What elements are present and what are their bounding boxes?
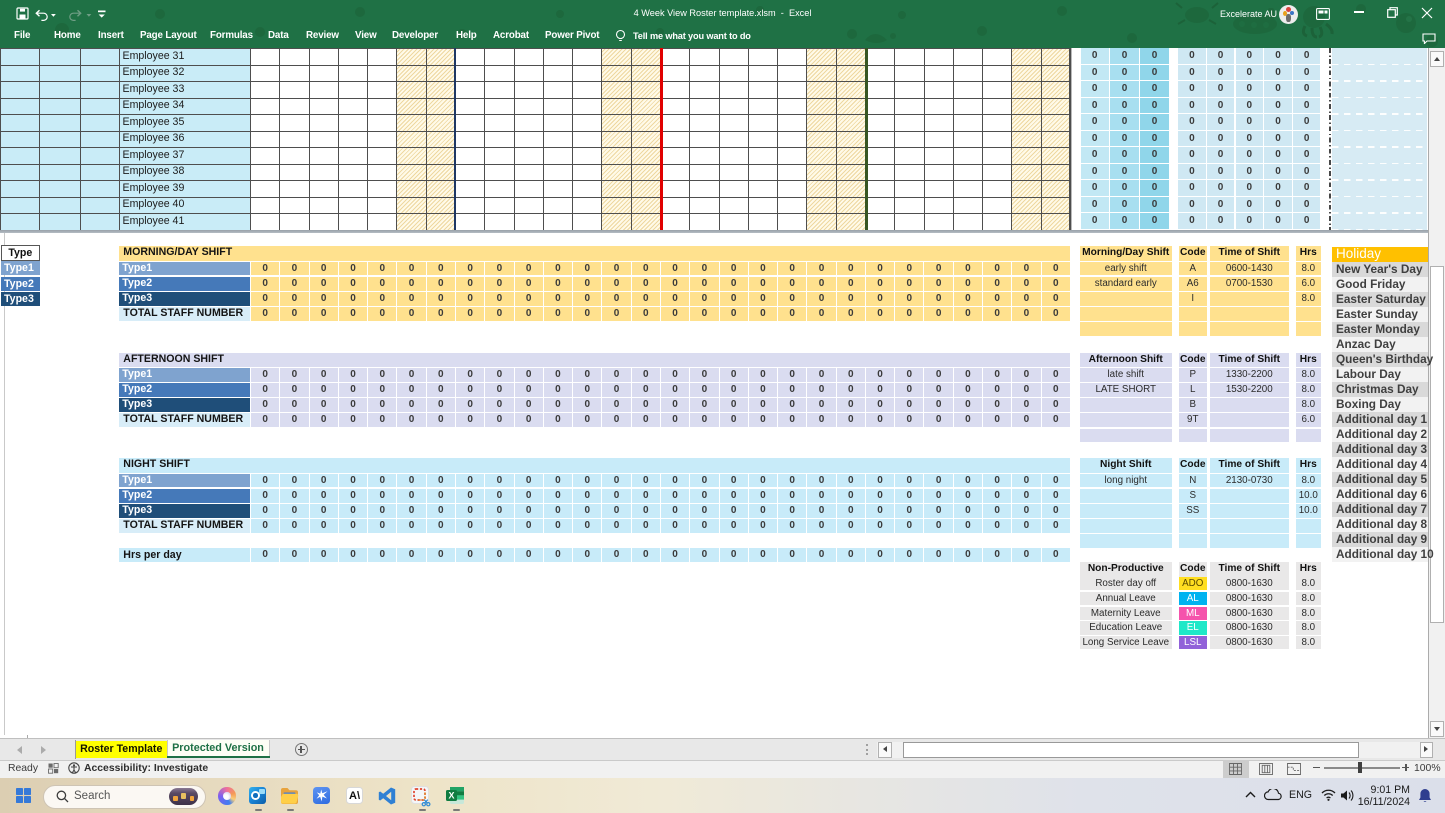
svg-text:X: X bbox=[448, 791, 454, 801]
